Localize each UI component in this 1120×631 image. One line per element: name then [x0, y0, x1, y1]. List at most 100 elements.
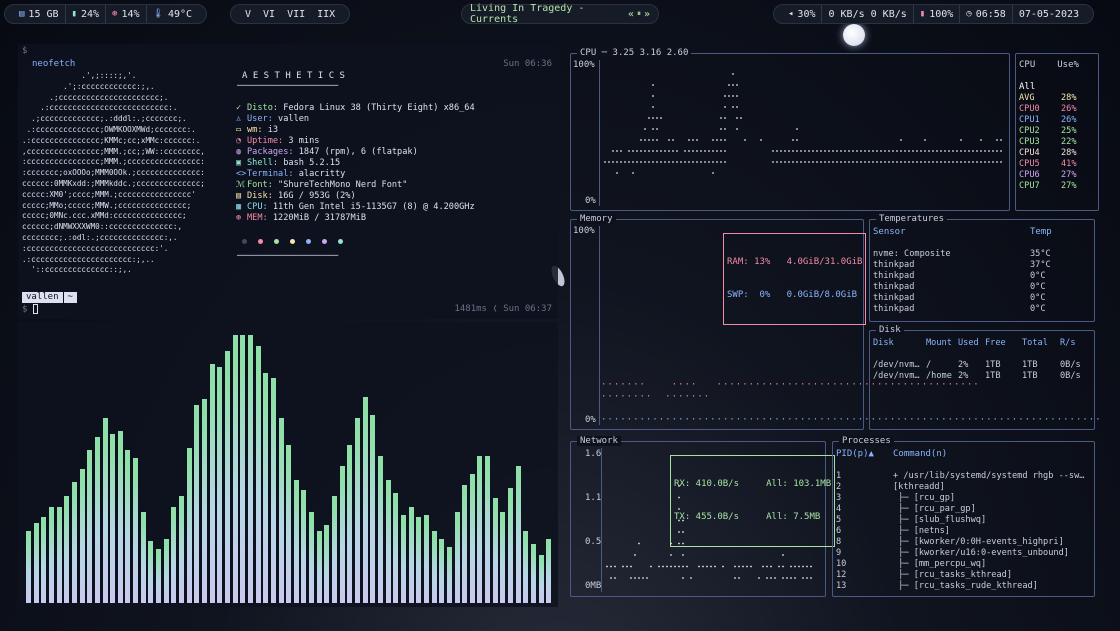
- shell-prompt: vallen ~: [22, 292, 77, 303]
- cpu-graph-dot: [724, 161, 726, 163]
- cpu-graph-dot: [848, 161, 850, 163]
- process-row[interactable]: 13 ├─ [rcu_tasks_rude_kthread]: [836, 581, 1092, 592]
- process-command: ├─ [netns]: [893, 526, 950, 536]
- network-graph-dot: [670, 542, 672, 545]
- terminal-window[interactable]: $ neofetch Sun 06:36 .',;::::;,'. .';:cc…: [18, 44, 558, 319]
- pid-column-header[interactable]: PID(p)▲: [836, 449, 874, 459]
- volume-indicator[interactable]: ◂ 30%: [782, 5, 823, 23]
- cpu-graph-dot: [664, 161, 666, 163]
- cpu-graph-dot: [720, 128, 722, 130]
- visualizer-bar: [332, 496, 338, 603]
- network-graph-dot: [766, 565, 768, 568]
- process-row[interactable]: 4 ├─ [rcu_par_gp]: [836, 504, 1092, 515]
- cpu-graph-dot: [968, 150, 970, 152]
- network-graph-dot: [658, 565, 660, 568]
- network-title: Network: [577, 436, 621, 446]
- network-graph-dot: [678, 485, 680, 487]
- cpu-graph-dot: [996, 150, 998, 152]
- cpu-graph-dot: [776, 161, 778, 163]
- disk-cell: /: [926, 360, 932, 370]
- cpu-use: 26%: [1061, 104, 1077, 114]
- next-track-button[interactable]: »: [644, 9, 650, 20]
- cpu-name: CPU3: [1019, 137, 1040, 147]
- cpu-graph-dot: [836, 161, 838, 163]
- temp-row: thinkpad 0°C: [873, 304, 1093, 315]
- cpu-name: AVG: [1019, 93, 1035, 103]
- info-row: ⊛ MEM: 1220MiB / 31787MiB: [236, 213, 475, 224]
- visualizer-bar: [301, 490, 307, 603]
- visualizer-bar: [209, 364, 215, 603]
- process-row[interactable]: 8 ├─ [kworker/0:0H-events_highpri]: [836, 537, 1092, 548]
- btop-monitor[interactable]: CPU ─ 3.25 3.16 2.60 100% 0% CPU Use% Al…: [565, 44, 1105, 604]
- network-graph-dot: [802, 565, 804, 568]
- cpu-use: 28%: [1061, 93, 1077, 103]
- workspace-vi[interactable]: VI: [263, 9, 275, 20]
- cpu-graph-dot: [948, 150, 950, 152]
- memory-title: Memory: [577, 214, 616, 224]
- temperatures-panel: Temperatures Sensor Temp nvme: Composite…: [869, 214, 1095, 322]
- palette-dot: [258, 239, 263, 244]
- disk-header-cell: Free: [985, 338, 1006, 348]
- process-row[interactable]: 10 ├─ [mm_percpu_wq]: [836, 559, 1092, 570]
- palette-dot: [290, 239, 295, 244]
- cpu-graph-dot: [852, 161, 854, 163]
- process-row[interactable]: 1 + /usr/lib/systemd/systemd rhgb --sw…: [836, 471, 1092, 482]
- palette-dot: [322, 239, 327, 244]
- cpu-graph-dot: [728, 95, 730, 97]
- info-key: wm:: [247, 125, 263, 135]
- workspace-vii[interactable]: VII: [287, 9, 305, 20]
- cpu-graph-dot: [868, 150, 870, 152]
- cpu-graph-dot: [828, 150, 830, 152]
- cpu-graph-dot: [648, 161, 650, 163]
- process-row[interactable]: 2 [kthreadd]: [836, 482, 1092, 493]
- cpu-graph-dot: [624, 161, 626, 163]
- command-column-header[interactable]: Command(n): [893, 449, 947, 459]
- cpu-graph-dot: [760, 139, 762, 141]
- now-playing-pill: Living In Tragedy - Currents « ⏸ »: [461, 3, 659, 25]
- process-row[interactable]: 9 ├─ [kworker/u16:0-events_unbound]: [836, 548, 1092, 559]
- disk-panel: Disk Disk Mount Used Free Total R/s/dev/nvm… /…: [869, 325, 1095, 430]
- storage-indicator[interactable]: ▤ 15 GB: [13, 5, 66, 23]
- cpu-graph-dot: [992, 161, 994, 163]
- cpu-name: CPU5: [1019, 159, 1040, 169]
- network-graph-dot: [606, 565, 608, 568]
- network-graph-dot: [690, 577, 692, 579]
- cpu-graph-dot: [936, 150, 938, 152]
- network-graph-dot: [630, 577, 632, 579]
- visualizer-bar: [48, 507, 54, 603]
- cpu-graph-dot: [824, 150, 826, 152]
- visualizer-bar: [140, 512, 146, 603]
- cpu-use: 41%: [1061, 159, 1077, 169]
- visualizer-bar: [492, 498, 498, 603]
- sensor-header: Sensor: [873, 227, 906, 237]
- date[interactable]: 07-05-2023: [1013, 5, 1085, 23]
- battery-indicator[interactable]: ▮ 24%: [66, 5, 107, 23]
- cpu-indicator[interactable]: ⊛ 14%: [106, 5, 147, 23]
- input-line[interactable]: $: [22, 304, 38, 315]
- workspace-v[interactable]: V: [245, 9, 251, 20]
- network-speed-indicator[interactable]: 0 KB/s 0 KB/s: [822, 5, 914, 23]
- process-row[interactable]: 6 ├─ [netns]: [836, 526, 1092, 537]
- cpu-graph-dot: [884, 150, 886, 152]
- workspace-iix[interactable]: IIX: [317, 9, 335, 20]
- cpu-graph-dot: [868, 161, 870, 163]
- process-row[interactable]: 3 ├─ [rcu_gp]: [836, 493, 1092, 504]
- pause-icon[interactable]: ⏸: [637, 9, 641, 19]
- cpu-graph-dot: [904, 161, 906, 163]
- info-row: ◍ Packages: 1847 (rpm), 6 (flatpak): [236, 147, 475, 158]
- info-value: Fedora Linux 38 (Thirty Eight) x86_64: [278, 103, 475, 113]
- process-row[interactable]: 5 ├─ [slub_flushwq]: [836, 515, 1092, 526]
- cpu-graph-dot: [676, 150, 678, 152]
- previous-track-button[interactable]: «: [628, 9, 634, 20]
- temperature-indicator[interactable]: 🌡 49°C: [147, 5, 199, 23]
- clock[interactable]: ◷ 06:58: [960, 5, 1013, 23]
- network-graph-dot: [646, 577, 648, 579]
- info-value: 3 mins: [283, 136, 320, 146]
- now-playing-title: Living In Tragedy - Currents: [470, 3, 585, 25]
- cpu-graph-dot: [816, 161, 818, 163]
- process-row[interactable]: 12 ├─ [rcu_tasks_kthread]: [836, 570, 1092, 581]
- cpu-graph-dot: [640, 161, 642, 163]
- battery-level-indicator[interactable]: ▮ 100%: [914, 5, 961, 23]
- cpu-graph-dot: [824, 161, 826, 163]
- wallpaper-moon: [843, 24, 865, 46]
